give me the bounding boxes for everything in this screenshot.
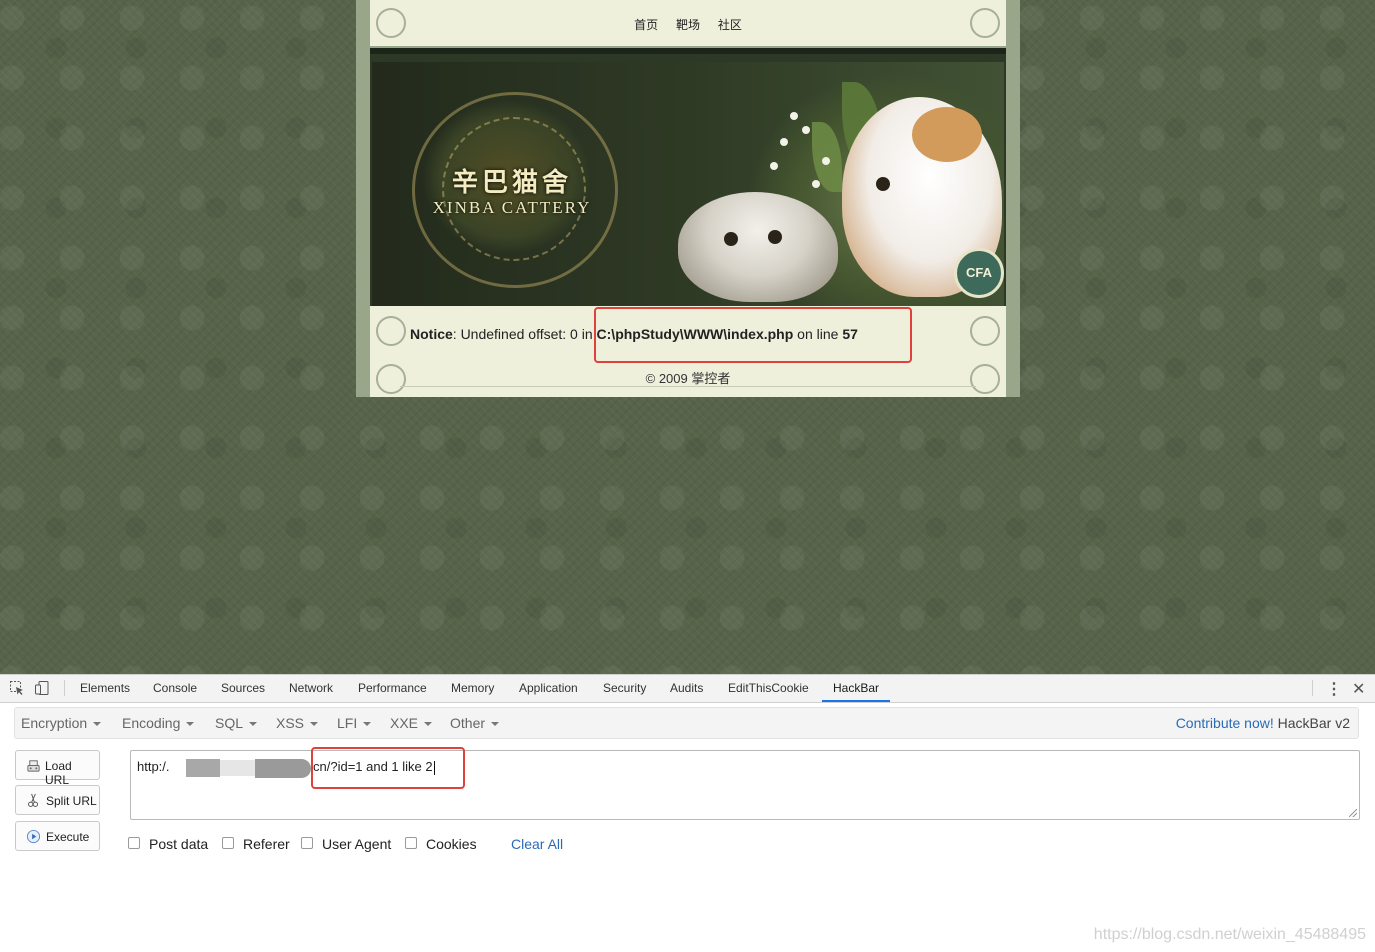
clear-all-link[interactable]: Clear All xyxy=(511,836,563,852)
tab-sources[interactable]: Sources xyxy=(221,675,265,702)
caret-down-icon xyxy=(93,722,102,727)
flower-icon xyxy=(770,162,778,170)
tab-elements[interactable]: Elements xyxy=(80,675,130,702)
checkbox[interactable] xyxy=(222,837,234,850)
tab-separator xyxy=(1312,680,1313,696)
nav-link-home[interactable]: 首页 xyxy=(634,18,658,32)
redacted-block xyxy=(186,759,220,777)
caret-down-icon xyxy=(249,722,258,727)
notice-message: : Undefined offset: 0 in xyxy=(452,326,597,342)
menu-other[interactable]: Other xyxy=(450,708,500,738)
menu-encoding[interactable]: Encoding xyxy=(122,708,195,738)
site-nav: 首页 靶场 社区 xyxy=(370,16,1006,33)
caret-down-icon xyxy=(424,722,433,727)
split-url-label: Split URL xyxy=(46,794,97,808)
flower-icon xyxy=(822,157,830,165)
menu-lfi[interactable]: LFI xyxy=(337,708,372,738)
devtools-panel: Elements Console Sources Network Perform… xyxy=(0,674,1375,952)
caret-down-icon xyxy=(310,722,319,727)
option-referer[interactable]: Referer xyxy=(222,836,290,852)
load-url-button[interactable]: Load URL xyxy=(15,750,100,787)
load-url-label: Load URL xyxy=(45,759,72,787)
tab-memory[interactable]: Memory xyxy=(451,675,494,702)
caret-down-icon xyxy=(363,722,372,727)
contribute-link[interactable]: Contribute now! xyxy=(1176,715,1274,731)
menu-lfi-label: LFI xyxy=(337,715,358,731)
flower-icon xyxy=(790,112,798,120)
notice-label: Notice xyxy=(410,326,453,342)
tab-network[interactable]: Network xyxy=(289,675,333,702)
option-referer-label: Referer xyxy=(243,836,290,852)
flower-icon xyxy=(812,180,820,188)
menu-xxe-label: XXE xyxy=(390,715,419,731)
menu-xss[interactable]: XSS xyxy=(276,708,319,738)
copyright-text: © 2009 掌控者 xyxy=(645,371,731,386)
flower-icon xyxy=(802,126,810,134)
hackbar-version: HackBar v2 xyxy=(1277,715,1350,731)
resize-handle-icon[interactable] xyxy=(1349,809,1357,817)
tab-audits[interactable]: Audits xyxy=(670,675,703,702)
tab-console[interactable]: Console xyxy=(153,675,197,702)
watermark-text: https://blog.csdn.net/weixin_45488495 xyxy=(1093,926,1366,943)
redacted-block xyxy=(255,759,311,778)
site-banner: 辛巴猫舍 XINBA CATTERY CFA xyxy=(370,48,1006,320)
device-toolbar-icon[interactable] xyxy=(34,680,50,696)
execute-label: Execute xyxy=(46,830,90,844)
redacted-block xyxy=(220,760,255,776)
menu-xss-label: XSS xyxy=(276,715,305,731)
caret-down-icon xyxy=(491,722,500,727)
contribute-area: Contribute now! HackBar v2 xyxy=(1176,708,1350,738)
site-header: 首页 靶场 社区 xyxy=(370,0,1006,46)
menu-xxe[interactable]: XXE xyxy=(390,708,433,738)
close-icon[interactable]: ✕ xyxy=(1352,679,1365,699)
option-post-data-label: Post data xyxy=(149,836,209,852)
menu-sql-label: SQL xyxy=(215,715,244,731)
tab-editthiscookie[interactable]: EditThisCookie xyxy=(728,675,809,702)
more-vert-icon[interactable]: ⋮ xyxy=(1326,679,1342,699)
option-post-data[interactable]: Post data xyxy=(128,836,208,852)
devtools-tab-bar: Elements Console Sources Network Perform… xyxy=(0,675,1375,703)
scissors-icon xyxy=(28,793,38,807)
nav-link-community[interactable]: 社区 xyxy=(718,18,742,32)
ornament-icon xyxy=(970,316,1000,346)
ornament-icon xyxy=(376,316,406,346)
flower-icon xyxy=(780,138,788,146)
nav-link-range[interactable]: 靶场 xyxy=(676,18,700,32)
caret-down-icon xyxy=(186,722,195,727)
option-cookies[interactable]: Cookies xyxy=(405,836,477,852)
option-cookies-label: Cookies xyxy=(426,836,477,852)
cat-image-left xyxy=(678,192,838,302)
menu-other-label: Other xyxy=(450,715,486,731)
hackbar-menu-bar: Encryption Encoding SQL XSS LFI XXE Othe… xyxy=(14,707,1359,739)
cfa-badge-icon: CFA xyxy=(954,248,1004,298)
banner-title-en: XINBA CATTERY xyxy=(432,198,592,217)
banner-artwork: 辛巴猫舍 XINBA CATTERY CFA xyxy=(372,62,1004,308)
checkbox[interactable] xyxy=(405,837,417,850)
notice-highlight-box xyxy=(594,307,912,363)
split-url-button[interactable]: Split URL xyxy=(15,785,100,815)
tab-security[interactable]: Security xyxy=(603,675,646,702)
play-icon xyxy=(26,829,41,844)
menu-encryption[interactable]: Encryption xyxy=(21,708,102,738)
checkbox[interactable] xyxy=(128,837,140,850)
tab-performance[interactable]: Performance xyxy=(358,675,427,702)
tab-hackbar[interactable]: HackBar xyxy=(822,675,891,702)
page-viewport: 首页 靶场 社区 辛巴猫舍 XINBA CATTERY CFA Notice: … xyxy=(0,0,1375,674)
url-highlight-box xyxy=(311,747,465,789)
inspect-icon[interactable] xyxy=(9,680,25,696)
execute-button[interactable]: Execute xyxy=(15,821,100,851)
tab-separator xyxy=(64,680,65,696)
menu-encryption-label: Encryption xyxy=(21,715,88,731)
load-url-icon xyxy=(27,760,40,772)
tab-application[interactable]: Application xyxy=(519,675,578,702)
checkbox[interactable] xyxy=(301,837,313,850)
banner-title-cn: 辛巴猫舍 xyxy=(451,168,572,198)
url-prefix: http:/. xyxy=(137,759,170,774)
menu-sql[interactable]: SQL xyxy=(215,708,258,738)
option-user-agent[interactable]: User Agent xyxy=(301,836,391,852)
menu-encoding-label: Encoding xyxy=(122,715,181,731)
option-user-agent-label: User Agent xyxy=(322,836,392,852)
